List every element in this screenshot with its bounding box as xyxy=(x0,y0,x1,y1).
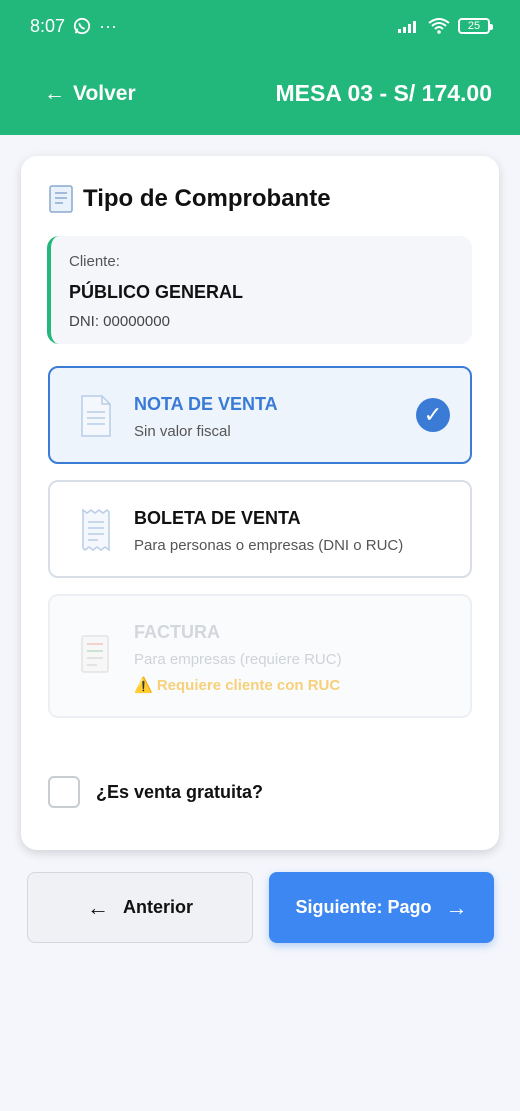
option-nota-de-venta[interactable]: NOTA DE VENTA Sin valor fiscal ✓ xyxy=(48,366,472,464)
invoice-icon xyxy=(81,635,109,673)
status-time: 8:07 xyxy=(30,15,66,36)
free-sale-row: ¿Es venta gratuita? xyxy=(48,776,263,808)
back-label: Volver xyxy=(73,81,136,105)
arrow-left-icon: ← xyxy=(86,894,109,920)
ruc-warning: ⚠️ Requiere cliente con RUC xyxy=(134,677,341,694)
free-sale-label: ¿Es venta gratuita? xyxy=(96,781,264,802)
option-subtitle: Para empresas (requiere RUC) xyxy=(134,651,342,668)
client-label: Cliente: xyxy=(69,253,120,270)
voucher-type-card: Tipo de Comprobante Cliente: PÚBLICO GEN… xyxy=(21,156,499,850)
option-title: BOLETA DE VENTA xyxy=(134,508,301,528)
option-factura: FACTURA Para empresas (requiere RUC) ⚠️ … xyxy=(48,594,472,718)
next-label: Siguiente: Pago xyxy=(295,897,432,917)
arrow-left-icon: ← xyxy=(44,81,65,105)
app-header: ← Volver MESA 03 - S/ 174.00 xyxy=(0,52,520,135)
document-icon xyxy=(81,395,111,437)
option-title: NOTA DE VENTA xyxy=(134,394,278,414)
card-title-text: Tipo de Comprobante xyxy=(83,185,331,212)
check-icon: ✓ xyxy=(416,398,450,432)
status-more: ··· xyxy=(99,15,118,36)
option-boleta-de-venta[interactable]: BOLETA DE VENTA Para personas o empresas… xyxy=(48,480,472,578)
option-title: FACTURA xyxy=(134,622,220,642)
previous-label: Anterior xyxy=(122,897,193,917)
receipt-icon xyxy=(49,185,73,213)
client-name: PÚBLICO GENERAL xyxy=(69,282,244,302)
option-subtitle: Sin valor fiscal xyxy=(134,423,231,440)
status-left: 8:07 ··· xyxy=(30,16,117,37)
wifi-icon xyxy=(428,18,450,34)
signal-icon xyxy=(398,21,416,33)
whatsapp-icon xyxy=(73,17,91,35)
previous-button[interactable]: ← Anterior xyxy=(27,872,253,943)
status-right: 25 xyxy=(398,18,493,34)
back-button[interactable]: ← Volver xyxy=(44,82,136,106)
receipt-icon xyxy=(82,508,110,552)
client-dni: DNI: 00000000 xyxy=(69,313,170,330)
free-sale-checkbox[interactable] xyxy=(48,776,80,808)
status-bar: 8:07 ··· 25 xyxy=(0,0,520,52)
client-info: Cliente: PÚBLICO GENERAL DNI: 00000000 xyxy=(47,236,472,344)
option-subtitle: Para personas o empresas (DNI o RUC) xyxy=(134,537,404,554)
table-total-title: MESA 03 - S/ 174.00 xyxy=(275,80,492,106)
arrow-right-icon: → xyxy=(445,894,468,920)
battery-icon: 25 xyxy=(458,18,493,34)
next-payment-button[interactable]: Siguiente: Pago → xyxy=(269,872,494,943)
card-title: Tipo de Comprobante xyxy=(47,184,331,214)
battery-level: 25 xyxy=(467,20,481,32)
